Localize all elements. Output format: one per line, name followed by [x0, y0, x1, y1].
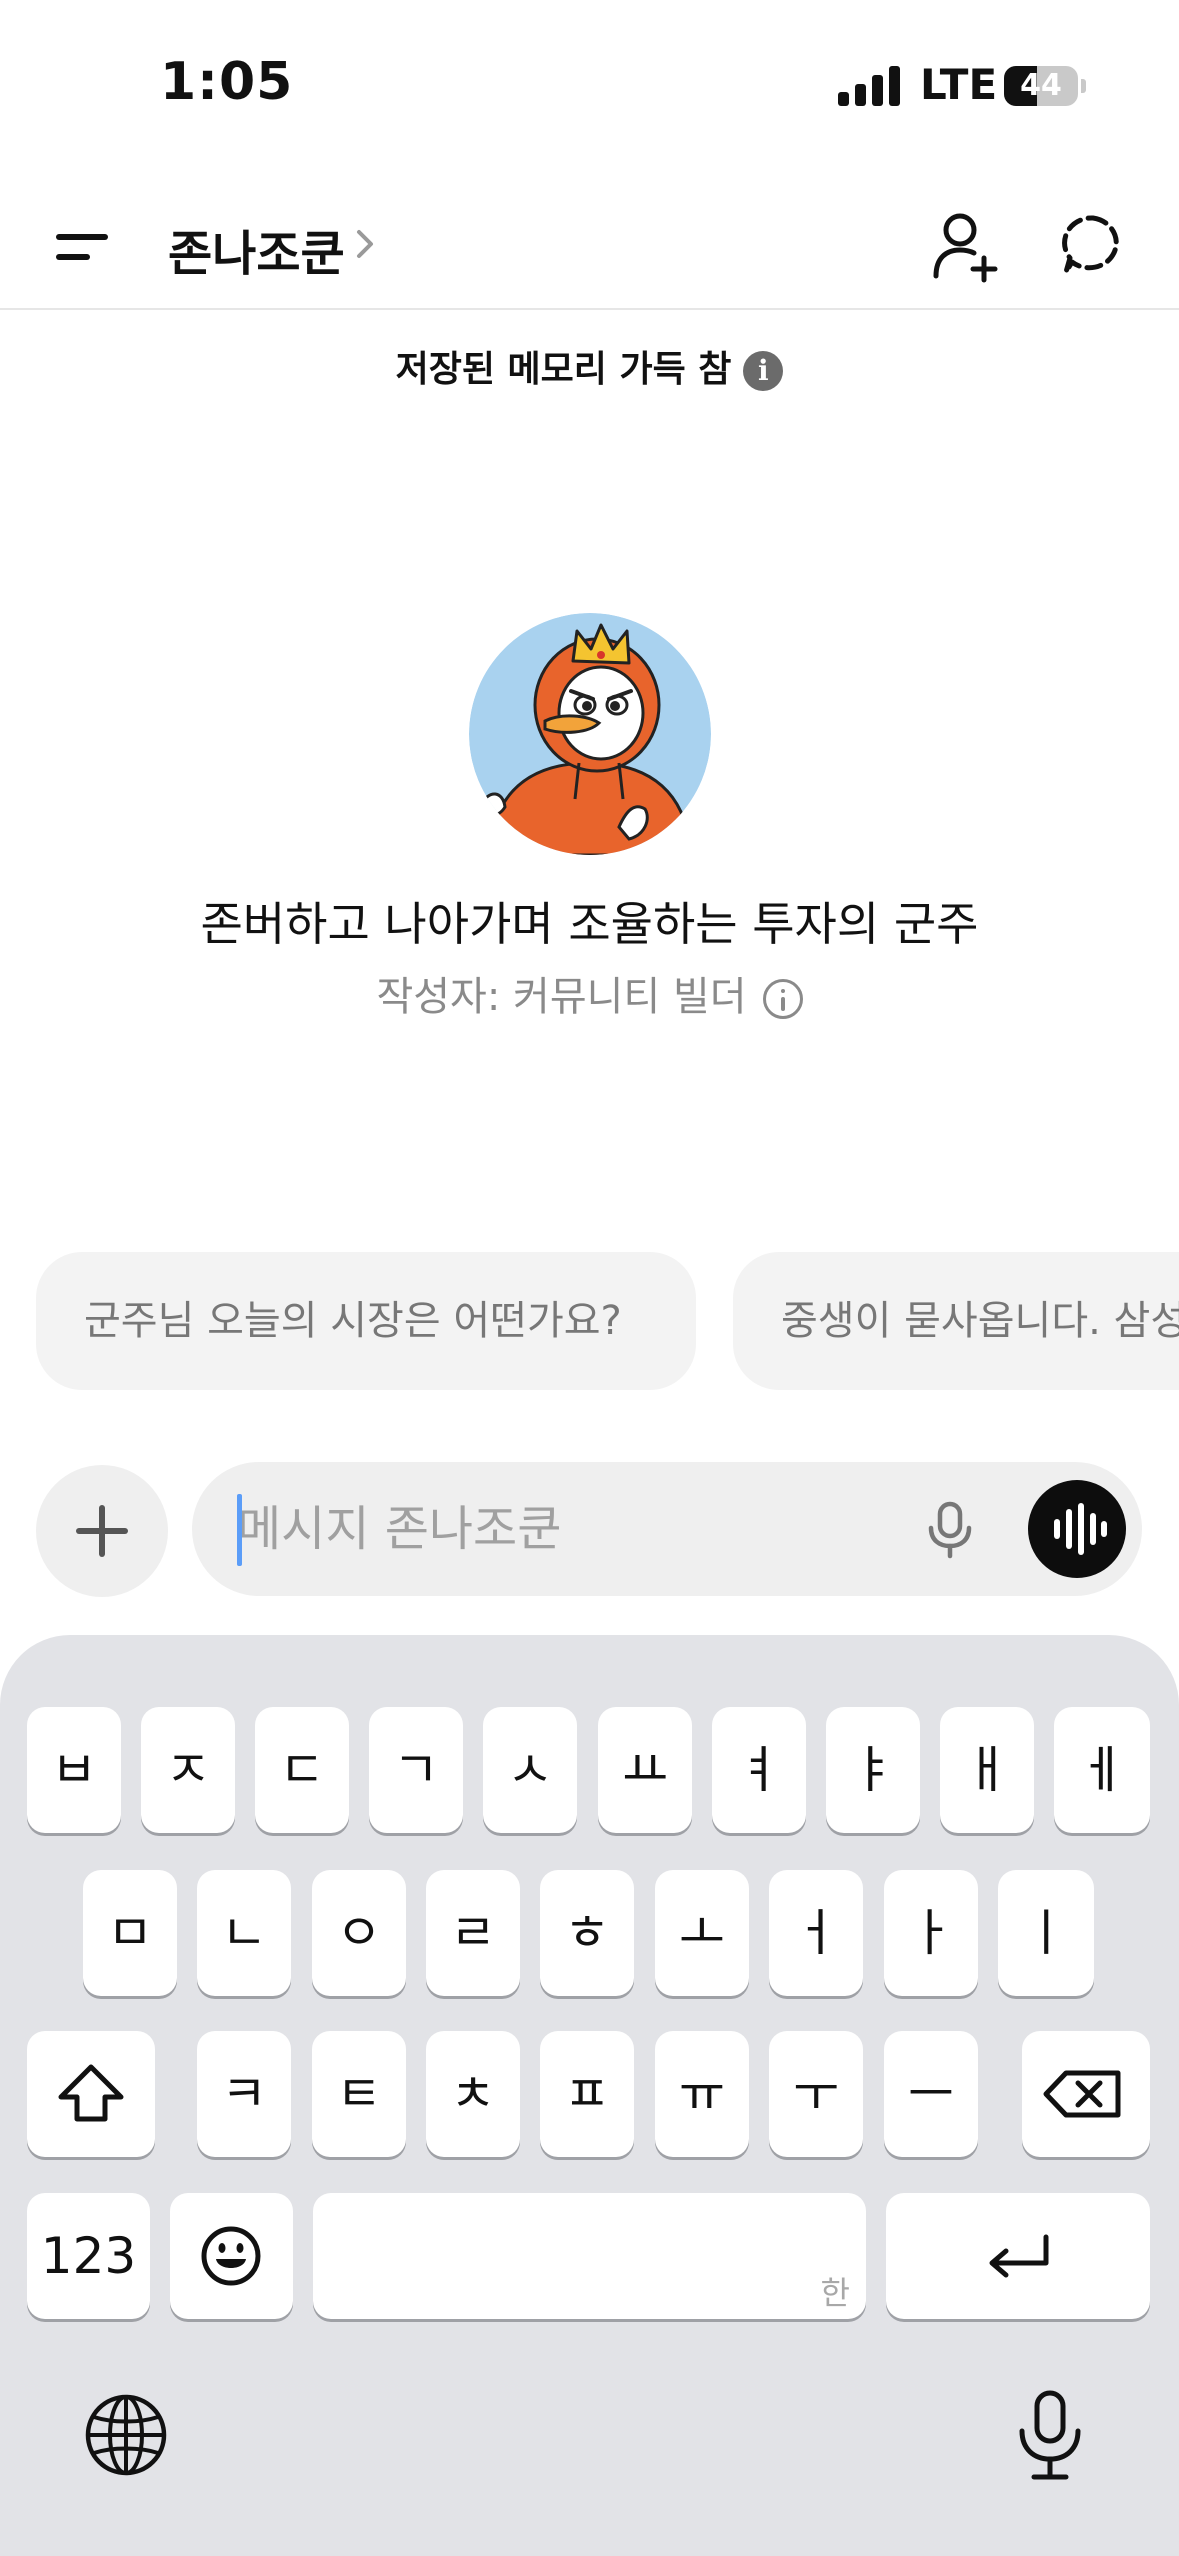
- battery-nub: [1081, 79, 1086, 93]
- key[interactable]: ㄴ: [197, 1870, 291, 1996]
- key[interactable]: ㅣ: [998, 1870, 1094, 1996]
- emoji-icon: [201, 2226, 261, 2286]
- network-type: LTE: [920, 60, 998, 109]
- key[interactable]: ㅂ: [27, 1707, 121, 1833]
- key[interactable]: ㅔ: [1054, 1707, 1150, 1833]
- key[interactable]: ㅡ: [884, 2031, 978, 2157]
- battery-icon: 44: [1004, 66, 1078, 106]
- message-input[interactable]: [237, 1486, 877, 1572]
- suggestion-chip[interactable]: 중생이 묻사옵니다. 삼성: [733, 1252, 1179, 1390]
- dictation-mic-icon[interactable]: [1012, 2387, 1088, 2483]
- memory-full-text: 저장된 메모리 가득 참: [395, 349, 732, 390]
- key[interactable]: ㅊ: [426, 2031, 520, 2157]
- globe-icon[interactable]: [84, 2393, 168, 2477]
- cellular-signal-icon: [838, 66, 900, 106]
- info-icon[interactable]: i: [743, 351, 784, 391]
- space-key-hint: 한: [820, 2274, 850, 2312]
- chat-header: 존나조쿤: [0, 190, 1179, 310]
- backspace-key[interactable]: [1022, 2031, 1150, 2157]
- gpt-name: 존버하고 나아가며 조율하는 투자의 군주: [200, 897, 979, 951]
- key[interactable]: ㅍ: [540, 2031, 634, 2157]
- attach-plus-button[interactable]: [36, 1465, 168, 1597]
- shift-key[interactable]: [27, 2031, 155, 2157]
- key[interactable]: ㅅ: [483, 1707, 577, 1833]
- key[interactable]: ㅏ: [884, 1870, 978, 1996]
- key[interactable]: ㅈ: [141, 1707, 235, 1833]
- temporary-chat-icon[interactable]: [1058, 210, 1128, 280]
- message-composer[interactable]: [192, 1462, 1142, 1596]
- return-key[interactable]: [886, 2193, 1150, 2319]
- key[interactable]: ㄱ: [369, 1707, 463, 1833]
- return-icon: [989, 2234, 1049, 2278]
- key[interactable]: ㅠ: [655, 2031, 749, 2157]
- key[interactable]: ㅗ: [655, 1870, 749, 1996]
- info-circle-icon[interactable]: [762, 979, 803, 1019]
- memory-full-banner[interactable]: 저장된 메모리 가득 참 i: [0, 340, 1179, 392]
- key[interactable]: ㅌ: [312, 2031, 406, 2157]
- key[interactable]: ㅁ: [83, 1870, 177, 1996]
- gpt-title[interactable]: 존나조쿤: [168, 214, 345, 284]
- waveform-icon: [1054, 1503, 1107, 1555]
- key[interactable]: ㅜ: [769, 2031, 863, 2157]
- emoji-key[interactable]: [170, 2193, 293, 2319]
- microphone-icon[interactable]: [919, 1498, 981, 1560]
- text-caret: [237, 1494, 242, 1566]
- key[interactable]: ㅐ: [940, 1707, 1034, 1833]
- voice-mode-button[interactable]: [1028, 1480, 1126, 1578]
- menu-icon[interactable]: [52, 222, 112, 272]
- backspace-icon: [1043, 2070, 1121, 2118]
- key[interactable]: ㅋ: [197, 2031, 291, 2157]
- gpt-author-row[interactable]: 작성자: 커뮤니티 빌더: [0, 964, 1179, 1022]
- status-bar: 1:05 LTE 44: [0, 0, 1179, 170]
- shift-icon: [58, 2064, 124, 2122]
- gpt-avatar: [469, 613, 711, 855]
- key[interactable]: ㅕ: [712, 1707, 806, 1833]
- chevron-right-icon[interactable]: [350, 214, 380, 274]
- key[interactable]: ㅑ: [826, 1707, 920, 1833]
- suggestion-chips: 군주님 오늘의 시장은 어떤가요? 중생이 묻사옵니다. 삼성: [0, 1252, 1179, 1390]
- key[interactable]: ㄹ: [426, 1870, 520, 1996]
- suggestion-chip[interactable]: 군주님 오늘의 시장은 어떤가요?: [36, 1252, 696, 1390]
- space-key[interactable]: 한: [313, 2193, 866, 2319]
- gpt-author: 작성자: 커뮤니티 빌더: [376, 974, 747, 1020]
- key[interactable]: ㅓ: [769, 1870, 863, 1996]
- key[interactable]: ㄷ: [255, 1707, 349, 1833]
- keyboard: ㅂ ㅈ ㄷ ㄱ ㅅ ㅛ ㅕ ㅑ ㅐ ㅔ ㅁ ㄴ ㅇ ㄹ ㅎ ㅗ ㅓ ㅏ ㅣ ㅋ …: [0, 1635, 1179, 2556]
- status-time: 1:05: [160, 52, 294, 112]
- add-person-icon[interactable]: [930, 208, 1000, 284]
- key[interactable]: ㅇ: [312, 1870, 406, 1996]
- battery-level: 44: [1020, 68, 1062, 103]
- key[interactable]: ㅎ: [540, 1870, 634, 1996]
- numbers-key[interactable]: 123: [27, 2193, 150, 2319]
- key[interactable]: ㅛ: [598, 1707, 692, 1833]
